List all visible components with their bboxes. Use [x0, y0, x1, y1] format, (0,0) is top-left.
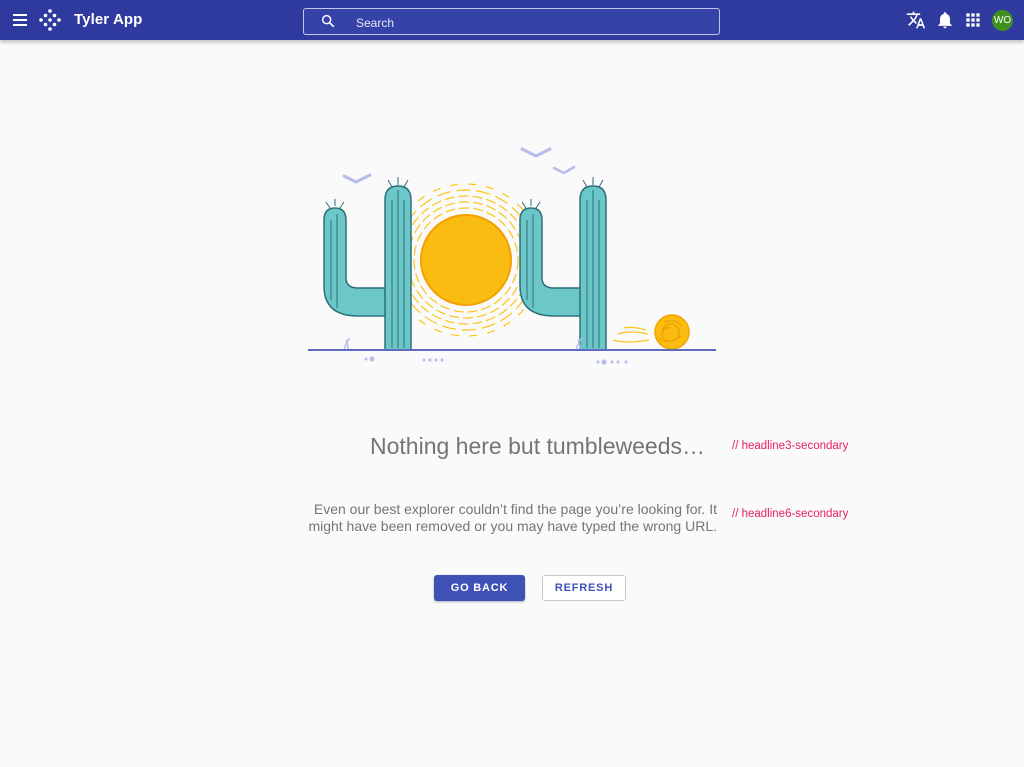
- message-style-annotation: // headline6-secondary: [732, 508, 849, 520]
- cactus-right: [519, 177, 607, 351]
- menu-icon-bar: [13, 19, 27, 21]
- ground-dots: [364, 356, 628, 365]
- wind-lines: [612, 326, 650, 343]
- app-bar: Tyler App WO: [0, 0, 1024, 40]
- apps-grid-icon[interactable]: [963, 10, 983, 30]
- go-back-button[interactable]: GO BACK: [434, 575, 525, 601]
- search-box[interactable]: [303, 8, 720, 35]
- app-title[interactable]: Tyler App: [74, 11, 142, 28]
- search-input[interactable]: [354, 13, 698, 33]
- bird-icon: [342, 173, 372, 184]
- 404-illustration: [308, 147, 716, 365]
- bird-icon: [520, 147, 552, 158]
- menu-icon-bar: [13, 24, 27, 26]
- refresh-button[interactable]: REFRESH: [542, 575, 626, 601]
- tumbleweed: [654, 314, 690, 350]
- menu-icon-bar: [13, 14, 27, 16]
- error-headline: Nothing here but tumbleweeds…: [370, 433, 705, 459]
- search-icon: [321, 14, 335, 28]
- error-message: Even our best explorer couldn’t find the…: [308, 501, 717, 534]
- headline-style-annotation: // headline3-secondary: [732, 440, 849, 452]
- cactus-left: [323, 177, 412, 351]
- grass-tufts: [343, 337, 583, 351]
- user-avatar[interactable]: WO: [992, 10, 1013, 31]
- notifications-icon[interactable]: [935, 10, 955, 30]
- sun: [420, 214, 512, 306]
- translate-icon[interactable]: [906, 10, 926, 30]
- menu-button[interactable]: [10, 10, 30, 30]
- tyler-logo-icon[interactable]: [38, 8, 62, 32]
- bird-icon: [552, 165, 576, 175]
